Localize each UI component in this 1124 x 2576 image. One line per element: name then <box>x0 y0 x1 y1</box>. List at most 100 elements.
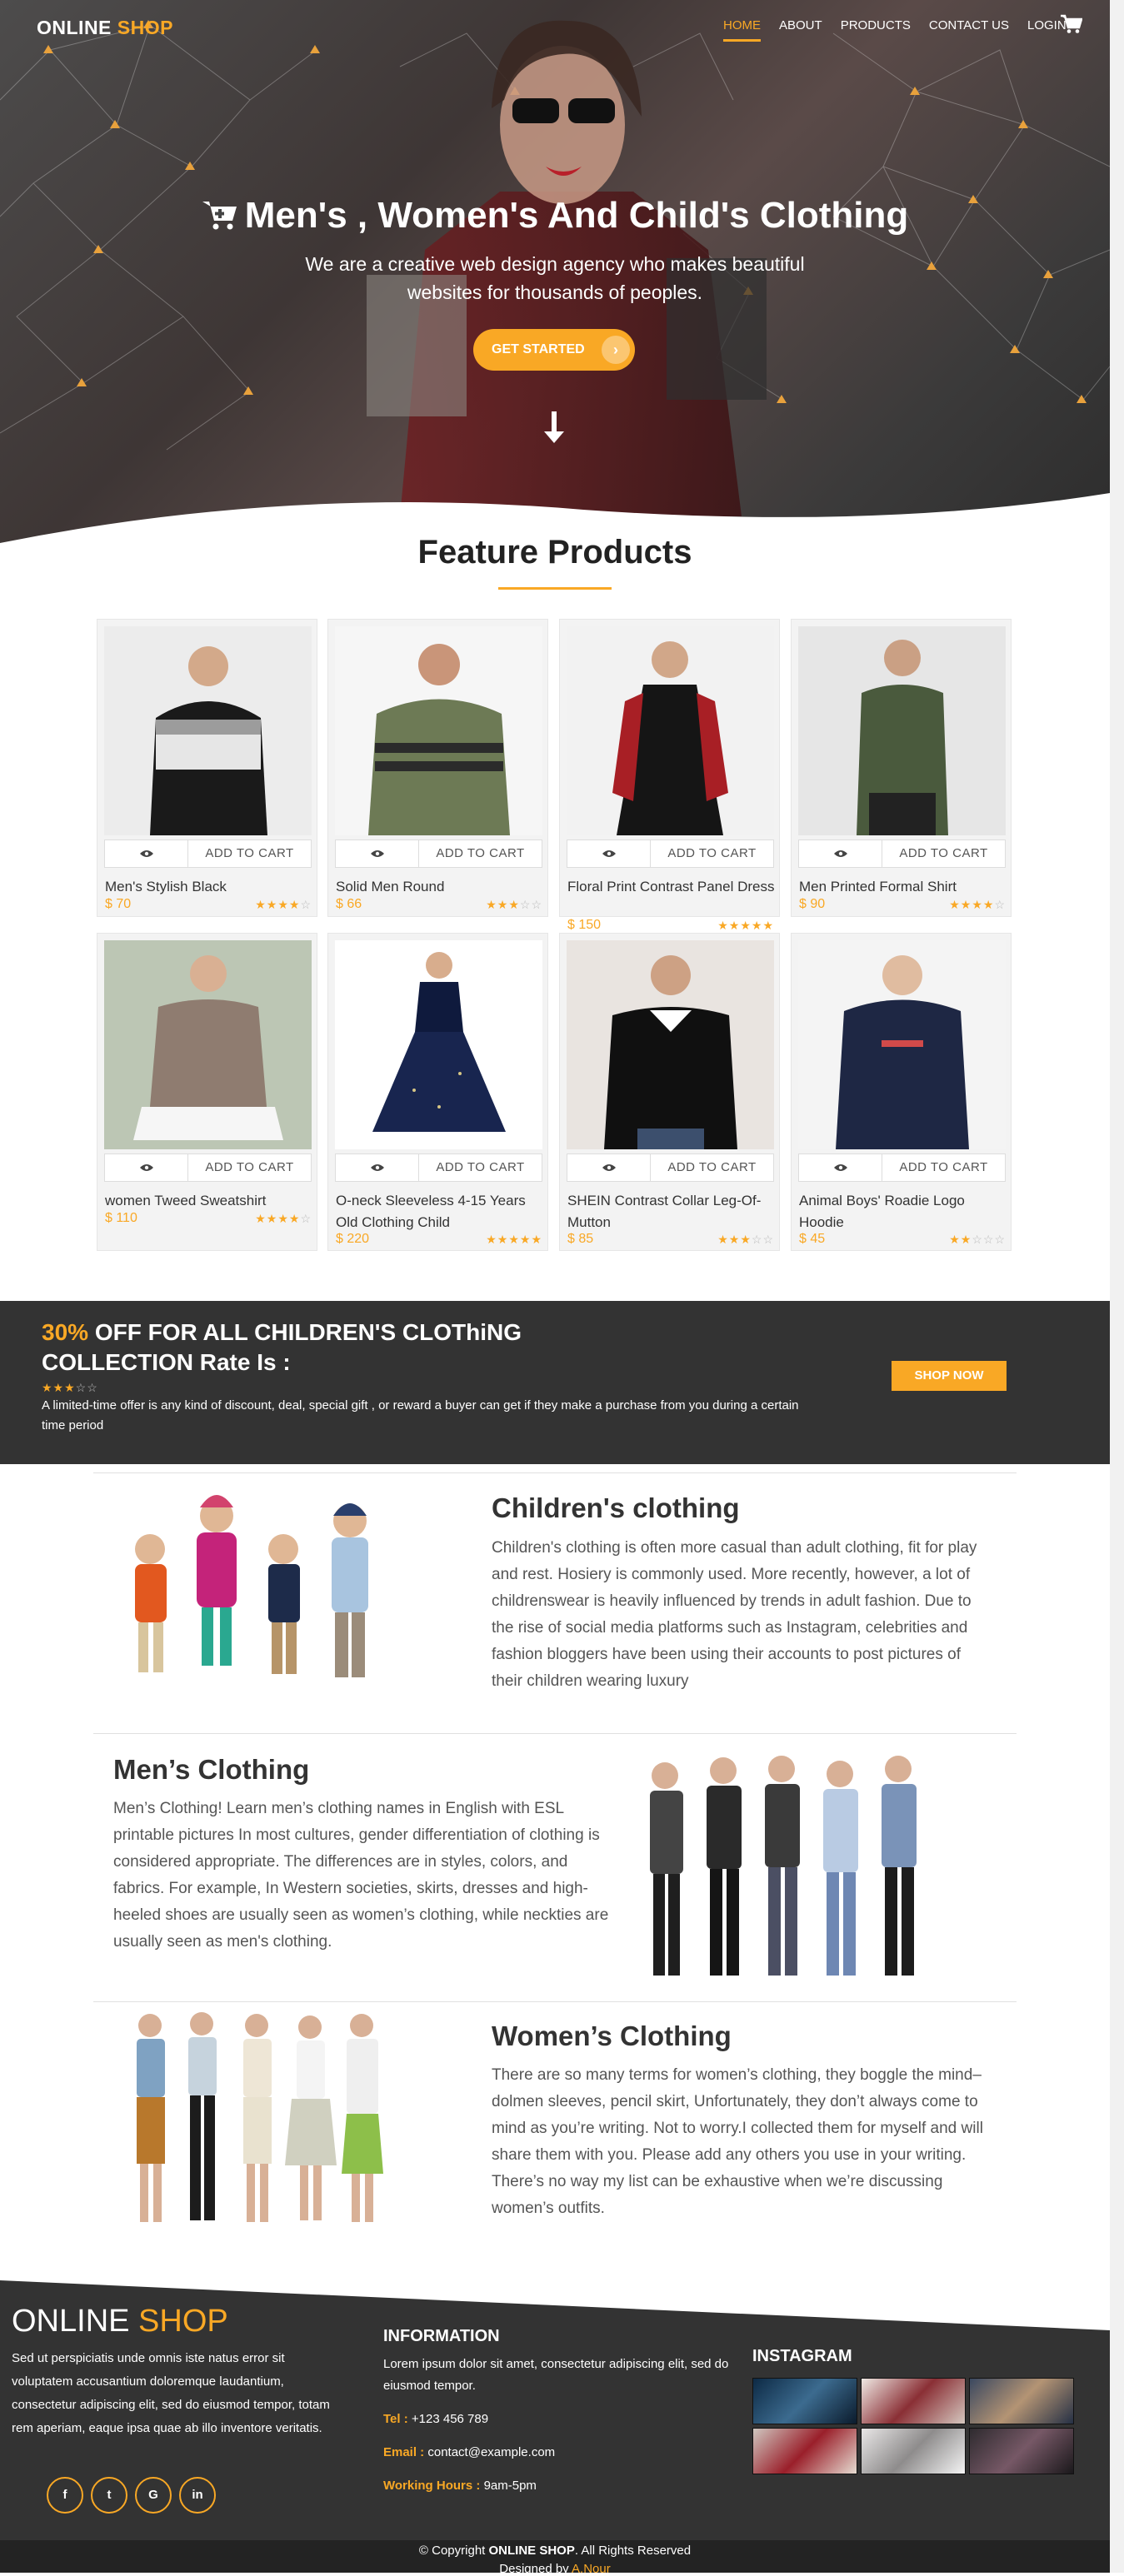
eye-icon[interactable] <box>105 840 188 867</box>
instagram-photo[interactable] <box>969 2428 1074 2474</box>
facebook-icon[interactable]: f <box>47 2477 83 2514</box>
chevron-right-icon: › <box>602 336 630 364</box>
product-name[interactable]: Floral Print Contrast Panel Dress <box>567 876 776 898</box>
hours-label: Working Hours : <box>383 2479 481 2493</box>
product-image[interactable] <box>567 940 774 1149</box>
add-to-cart-button[interactable]: ADD TO CART <box>188 840 311 867</box>
product-image[interactable] <box>335 626 542 835</box>
product-price: $ 220 <box>336 1232 370 1246</box>
arrow-down-icon[interactable] <box>542 410 567 445</box>
product-image[interactable] <box>567 626 774 835</box>
product-name[interactable]: Men's Stylish Black <box>105 876 313 898</box>
product-name[interactable]: SHEIN Contrast Collar Leg-Of-Mutton <box>567 1190 776 1233</box>
shopping-cart-icon[interactable] <box>1061 14 1082 34</box>
site-logo[interactable]: ONLINE SHOP <box>37 17 173 39</box>
product-actions: ADD TO CART <box>335 840 542 868</box>
shopping-cart-icon <box>202 202 237 230</box>
product-card[interactable]: ADD TO CART Men Printed Formal Shirt $ 90 ★… <box>791 619 1012 917</box>
shop-now-button[interactable]: SHOP NOW <box>892 1361 1007 1391</box>
copyright-prefix: © Copyright <box>418 2544 486 2558</box>
footer-email: Email : contact@example.com <box>383 2445 555 2459</box>
product-card[interactable]: ADD TO CART SHEIN Contrast Collar Leg-Of-… <box>559 933 780 1251</box>
product-price: $ 85 <box>567 1232 594 1246</box>
product-name[interactable]: Animal Boys' Roadie Logo Hoodie <box>799 1190 1007 1233</box>
children-clothing-image <box>135 1495 368 1677</box>
designer-link[interactable]: A.Nour <box>572 2562 611 2576</box>
add-to-cart-button[interactable]: ADD TO CART <box>882 1154 1005 1181</box>
product-rating-stars: ★★☆☆☆ <box>949 1233 1006 1246</box>
product-name[interactable]: women Tweed Sweatshirt <box>105 1190 313 1212</box>
add-to-cart-button[interactable]: ADD TO CART <box>651 1154 773 1181</box>
feature-products-title: Feature Products <box>417 534 692 571</box>
product-rating-stars: ★★★★☆ <box>255 898 312 911</box>
product-name[interactable]: Men Printed Formal Shirt <box>799 876 1007 898</box>
promo-headline-text: OFF FOR ALL CHILDREN'S CLOThiNG COLLECTI… <box>42 1319 522 1375</box>
product-card[interactable]: ADD TO CART Floral Print Contrast Panel D… <box>559 619 780 932</box>
footer-tel: Tel : +123 456 789 <box>383 2412 488 2426</box>
eye-icon[interactable] <box>336 1154 419 1181</box>
eye-icon[interactable] <box>336 840 419 867</box>
product-card[interactable]: ADD TO CART women Tweed Sweatshirt $ 110 ★★… <box>97 933 317 1251</box>
email-value[interactable]: contact@example.com <box>427 2445 555 2459</box>
instagram-photo[interactable] <box>861 2378 966 2424</box>
eye-icon[interactable] <box>799 1154 882 1181</box>
product-image[interactable] <box>104 940 312 1149</box>
footer-logo[interactable]: ONLINE SHOP <box>12 2304 228 2339</box>
product-image[interactable] <box>104 626 312 835</box>
get-started-label: GET STARTED <box>492 342 585 356</box>
womens-clothing-title: Women’s Clothing <box>492 2020 732 2051</box>
product-image[interactable] <box>798 626 1006 835</box>
copyright-brand: ONLINE SHOP <box>488 2544 575 2558</box>
promo-banner: 30% OFF FOR ALL CHILDREN'S CLOThiNG COLL… <box>0 1301 1110 1464</box>
add-to-cart-button[interactable]: ADD TO CART <box>419 840 542 867</box>
add-to-cart-button[interactable]: ADD TO CART <box>651 840 773 867</box>
product-rating-stars: ★★★☆☆ <box>486 898 542 911</box>
add-to-cart-button[interactable]: ADD TO CART <box>882 840 1005 867</box>
eye-icon[interactable] <box>799 840 882 867</box>
womens-clothing-text: There are so many terms for women’s clot… <box>492 2066 983 2217</box>
instagram-photo[interactable] <box>752 2428 857 2474</box>
hero-title: Men's , Women's And Child's Clothing <box>0 195 1110 237</box>
mens-clothing-image <box>650 1756 917 1976</box>
product-actions: ADD TO CART <box>798 840 1006 868</box>
eye-icon[interactable] <box>567 1154 651 1181</box>
eye-icon[interactable] <box>105 1154 188 1181</box>
footer-logo-accent: SHOP <box>138 2304 228 2339</box>
tel-value[interactable]: +123 456 789 <box>412 2412 488 2426</box>
logo-accent-text: SHOP <box>117 17 173 38</box>
product-card[interactable]: ADD TO CART Solid Men Round $ 66 ★★★☆☆ <box>327 619 548 917</box>
mens-clothing-title: Men’s Clothing <box>113 1754 310 1785</box>
twitter-icon[interactable]: t <box>91 2477 127 2514</box>
nav-about[interactable]: ABOUT <box>779 18 822 42</box>
product-price: $ 150 <box>567 918 602 932</box>
product-name[interactable]: O-neck Sleeveless 4-15 Years Old Clothin… <box>336 1190 544 1233</box>
product-card[interactable]: ADD TO CART Animal Boys' Roadie Logo Hood… <box>791 933 1012 1251</box>
section-divider <box>93 1472 1017 1473</box>
hero-section: ONLINE SHOP HOME ABOUT PRODUCTS CONTACT … <box>0 0 1110 560</box>
instagram-gallery <box>752 2378 1074 2476</box>
page-scrollbar[interactable] <box>1110 0 1124 2573</box>
product-actions: ADD TO CART <box>104 840 312 868</box>
instagram-photo[interactable] <box>969 2378 1074 2424</box>
get-started-button[interactable]: GET STARTED › <box>473 329 635 371</box>
add-to-cart-button[interactable]: ADD TO CART <box>188 1154 311 1181</box>
mens-clothing-text: Men’s Clothing! Learn men’s clothing nam… <box>113 1800 609 1951</box>
product-name[interactable]: Solid Men Round <box>336 876 544 898</box>
nav-products[interactable]: PRODUCTS <box>841 18 911 42</box>
nav-contact[interactable]: CONTACT US <box>929 18 1009 42</box>
product-card[interactable]: ADD TO CART O-neck Sleeveless 4-15 Years … <box>327 933 548 1251</box>
instagram-photo[interactable] <box>752 2378 857 2424</box>
nav-home[interactable]: HOME <box>723 18 761 42</box>
product-price: $ 110 <box>105 1211 137 1225</box>
google-icon[interactable]: G <box>135 2477 172 2514</box>
footer-hours: Working Hours : 9am-5pm <box>383 2479 537 2493</box>
product-card[interactable]: ADD TO CART Men's Stylish Black $ 70 ★★★★☆ <box>97 619 317 917</box>
product-rating-stars: ★★★☆☆ <box>717 1233 774 1246</box>
linkedin-icon[interactable]: in <box>179 2477 216 2514</box>
product-image[interactable] <box>335 940 542 1149</box>
eye-icon[interactable] <box>567 840 651 867</box>
product-image[interactable] <box>798 940 1006 1149</box>
footer-logo-main: ONLINE <box>12 2304 130 2339</box>
instagram-photo[interactable] <box>861 2428 966 2474</box>
add-to-cart-button[interactable]: ADD TO CART <box>419 1154 542 1181</box>
